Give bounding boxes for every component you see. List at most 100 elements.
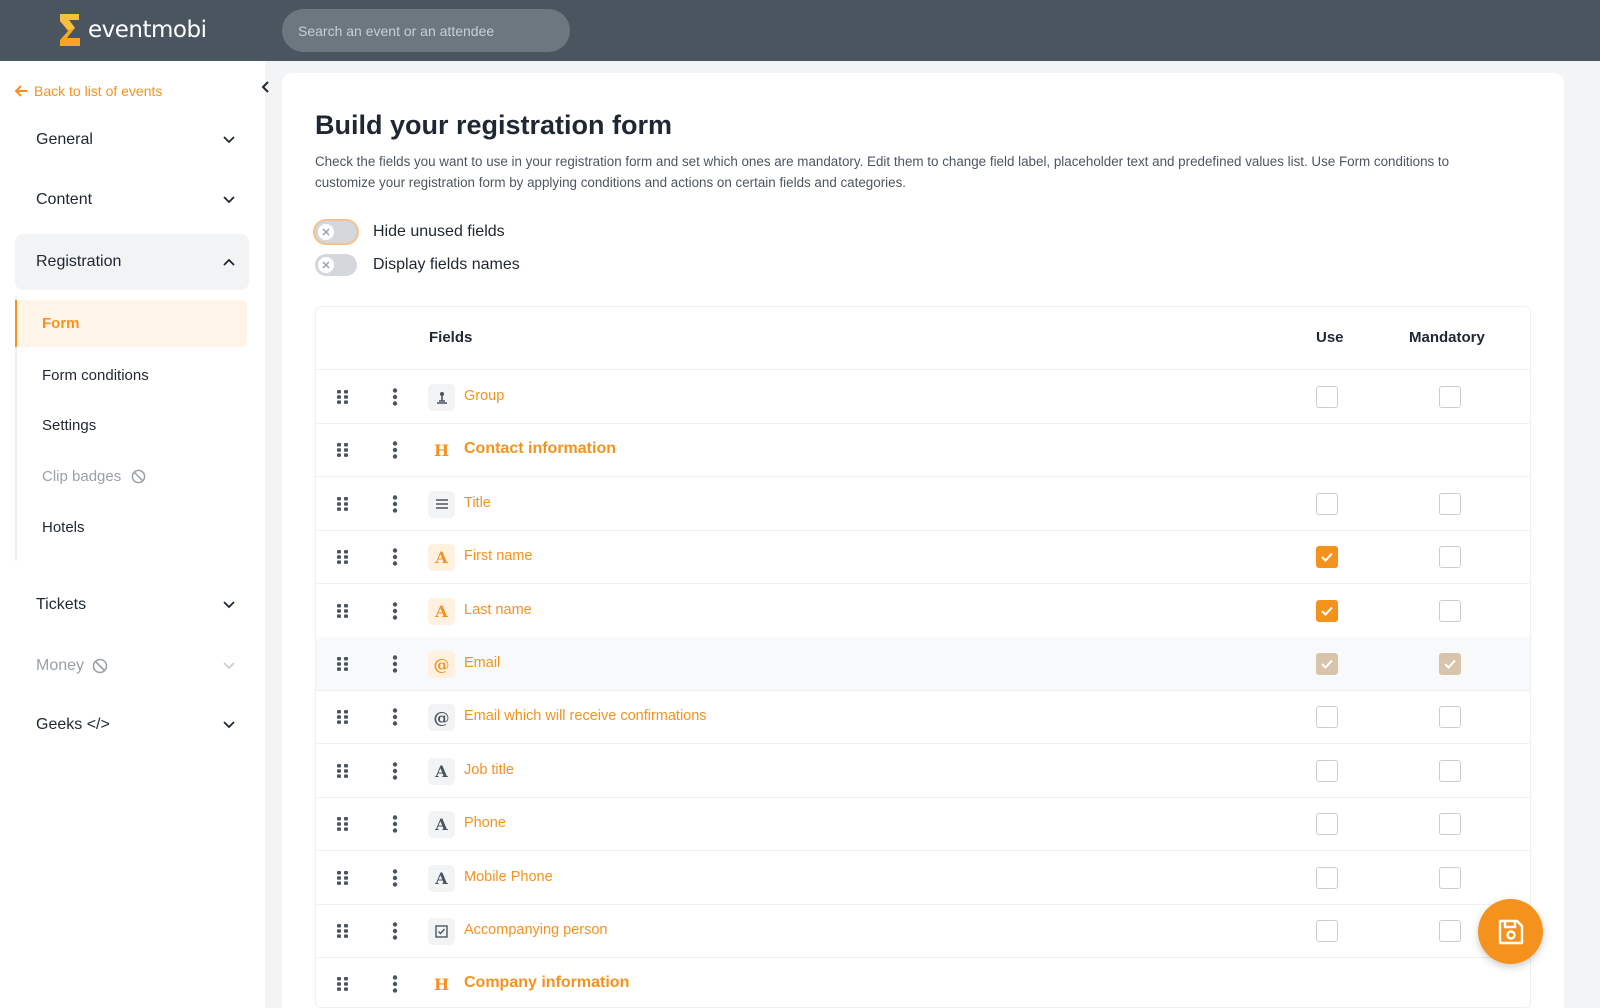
top-bar: eventmobi <box>0 0 1600 61</box>
eventmobi-logo[interactable]: eventmobi <box>57 12 207 48</box>
mandatory-checkbox[interactable] <box>1439 866 1461 889</box>
more-options-icon[interactable] <box>392 548 398 566</box>
drag-handle-icon[interactable] <box>336 656 350 672</box>
sidebar-item-label: General <box>36 131 93 148</box>
more-options-icon[interactable] <box>392 762 398 780</box>
check-icon <box>1444 659 1456 669</box>
mandatory-checkbox[interactable] <box>1439 706 1461 729</box>
drag-handle-icon[interactable] <box>336 923 350 939</box>
arrow-left-icon <box>15 85 27 97</box>
sidebar-item-geeks[interactable]: Geeks </> <box>15 697 249 753</box>
hide-unused-fields-toggle[interactable] <box>315 221 357 243</box>
drag-handle-icon[interactable] <box>336 549 350 565</box>
sidebar-item-registration[interactable]: Registration <box>15 234 249 290</box>
more-options-icon[interactable] <box>392 441 398 460</box>
use-checkbox[interactable] <box>1316 813 1338 836</box>
more-options-icon[interactable] <box>392 922 398 940</box>
sidebar-item-form[interactable]: Form <box>15 300 247 347</box>
field-label[interactable]: Company information <box>464 974 629 992</box>
search-input[interactable] <box>282 9 570 52</box>
drag-handle-icon[interactable] <box>336 870 350 886</box>
table-row: Title <box>316 477 1530 531</box>
field-label[interactable]: Title <box>464 495 491 511</box>
sidebar-item-label: Money <box>36 657 85 674</box>
sidebar-item-label: Clip badges <box>42 468 122 485</box>
drag-handle-icon[interactable] <box>336 603 350 619</box>
text-icon: A <box>428 757 455 785</box>
page-description: Check the fields you want to use in your… <box>315 151 1515 193</box>
use-checkbox[interactable] <box>1316 706 1338 729</box>
sidebar-item-hotels[interactable]: Hotels <box>17 504 249 551</box>
sidebar-item-general[interactable]: General <box>15 112 249 168</box>
display-field-names-toggle-row: Display fields names <box>315 254 520 276</box>
sidebar-item-tickets[interactable]: Tickets <box>15 577 249 633</box>
table-row: @ Email which will receive confirmations <box>316 690 1530 745</box>
chevron-left-icon <box>261 81 269 93</box>
use-checkbox[interactable] <box>1316 546 1338 569</box>
group-icon <box>428 384 455 411</box>
drag-handle-icon[interactable] <box>336 442 350 458</box>
check-icon <box>1321 553 1333 563</box>
field-label[interactable]: Email which will receive confirmations <box>464 708 707 724</box>
field-label[interactable]: Phone <box>464 815 506 831</box>
mandatory-checkbox[interactable] <box>1439 813 1461 836</box>
sidebar-item-settings[interactable]: Settings <box>17 402 249 449</box>
chevron-down-icon <box>223 721 235 729</box>
use-checkbox[interactable] <box>1316 386 1338 408</box>
mandatory-checkbox[interactable] <box>1439 386 1461 408</box>
table-row: H Company information <box>316 957 1530 1007</box>
drag-handle-icon[interactable] <box>336 389 350 405</box>
mandatory-checkbox[interactable] <box>1439 653 1461 675</box>
mandatory-checkbox[interactable] <box>1439 759 1461 782</box>
chevron-down-icon <box>223 136 235 144</box>
check-icon <box>1321 606 1333 616</box>
sidebar-item-label-wrap: Money <box>36 657 108 675</box>
drag-handle-icon[interactable] <box>336 976 350 992</box>
save-button[interactable] <box>1478 899 1543 964</box>
more-options-icon[interactable] <box>392 388 398 406</box>
field-label[interactable]: Contact information <box>464 440 616 458</box>
mandatory-checkbox[interactable] <box>1439 546 1461 569</box>
mandatory-checkbox[interactable] <box>1439 920 1461 942</box>
display-field-names-toggle[interactable] <box>315 254 357 276</box>
field-label[interactable]: Group <box>464 388 504 404</box>
use-checkbox[interactable] <box>1316 492 1338 515</box>
text-icon: A <box>428 811 455 839</box>
field-label[interactable]: Email <box>464 655 500 671</box>
more-options-icon[interactable] <box>392 868 398 887</box>
page-title: Build your registration form <box>315 110 673 140</box>
drag-handle-icon[interactable] <box>336 496 350 512</box>
mandatory-checkbox[interactable] <box>1439 492 1461 515</box>
more-options-icon[interactable] <box>392 495 398 513</box>
collapse-sidebar-button[interactable] <box>256 77 276 97</box>
column-header-mandatory: Mandatory <box>1409 329 1485 346</box>
chevron-down-icon <box>223 601 235 609</box>
use-checkbox[interactable] <box>1316 759 1338 782</box>
toggle-knob <box>318 224 334 240</box>
use-checkbox[interactable] <box>1316 866 1338 889</box>
more-options-icon[interactable] <box>392 815 398 833</box>
field-label[interactable]: Last name <box>464 602 532 618</box>
field-label[interactable]: Accompanying person <box>464 922 607 938</box>
checkbox-icon <box>428 918 455 945</box>
sidebar-item-content[interactable]: Content <box>15 172 249 228</box>
drag-handle-icon[interactable] <box>336 763 350 779</box>
text-icon: A <box>428 864 455 892</box>
more-options-icon[interactable] <box>392 655 398 673</box>
sidebar-item-clip-badges: Clip badges <box>17 453 249 500</box>
table-row: Accompanying person <box>316 904 1530 958</box>
more-options-icon[interactable] <box>392 708 398 727</box>
field-label[interactable]: First name <box>464 548 533 564</box>
more-options-icon[interactable] <box>392 601 398 620</box>
use-checkbox[interactable] <box>1316 920 1338 942</box>
drag-handle-icon[interactable] <box>336 709 350 725</box>
mandatory-checkbox[interactable] <box>1439 599 1461 622</box>
drag-handle-icon[interactable] <box>336 816 350 832</box>
field-label[interactable]: Mobile Phone <box>464 869 553 885</box>
use-checkbox[interactable] <box>1316 599 1338 622</box>
use-checkbox[interactable] <box>1316 653 1338 675</box>
more-options-icon[interactable] <box>392 975 398 994</box>
field-label[interactable]: Job title <box>464 762 514 778</box>
back-to-events-link[interactable]: Back to list of events <box>15 83 162 99</box>
sidebar-item-form-conditions[interactable]: Form conditions <box>17 352 249 399</box>
